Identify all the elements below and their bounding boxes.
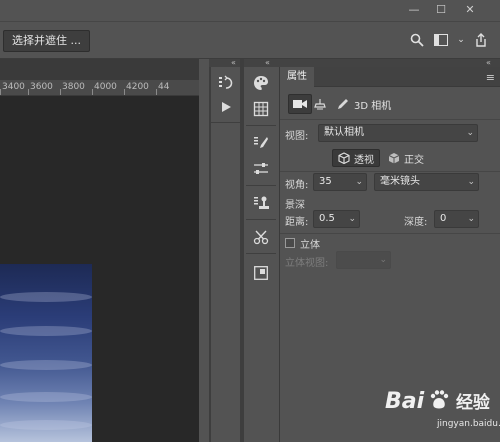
distance-label: 距离: <box>285 217 309 228</box>
stereo-label: 立体 <box>300 240 320 251</box>
light-subtab-icon[interactable] <box>314 94 326 114</box>
orthographic-toggle[interactable]: 正交 <box>388 149 424 167</box>
depth-value: 0 <box>440 213 447 224</box>
ruler-label: 3600 <box>30 82 53 92</box>
minimize-button[interactable]: — <box>401 0 427 19</box>
tools-cut-icon[interactable] <box>251 227 271 247</box>
title-bar: — ☐ ✕ <box>0 0 500 21</box>
select-and-mask-button[interactable]: 选择并遮住 ... <box>3 30 90 52</box>
brush-settings-icon[interactable] <box>251 133 271 153</box>
clone-source-icon[interactable] <box>251 193 271 213</box>
dock-column-1 <box>211 67 241 123</box>
perspective-toggle[interactable]: 透视 <box>332 149 380 167</box>
actions-play-icon[interactable] <box>216 97 236 117</box>
chevron-down-icon: ⌄ <box>467 214 475 224</box>
close-button[interactable]: ✕ <box>457 0 483 19</box>
stereo-checkbox[interactable] <box>285 238 295 248</box>
restore-button[interactable]: ☐ <box>428 0 454 19</box>
chevron-down-icon[interactable]: ⌄ <box>452 31 470 49</box>
options-bar: 选择并遮住 ... ⌄ <box>0 21 500 59</box>
angle-value: 35 <box>319 176 332 187</box>
pen-subtab-icon[interactable] <box>336 94 348 114</box>
stereo-view-select[interactable]: ⌄ <box>336 251 391 269</box>
dock-column-2 <box>246 67 276 297</box>
watermark-brand-cn: 经验 <box>455 393 490 413</box>
depth-label: 深度: <box>404 217 428 228</box>
distance-value: 0.5 <box>319 213 335 224</box>
baidu-watermark: Bai 经验 jingyan.baidu.com <box>385 388 500 429</box>
dock-divider <box>209 67 211 442</box>
divider <box>280 233 500 234</box>
watermark-url: jingyan.baidu.com <box>437 419 500 429</box>
angle-label: 视角: <box>285 180 309 191</box>
orthographic-label: 正交 <box>404 154 424 166</box>
ruler-label: 4200 <box>126 82 149 92</box>
ruler-label: 4000 <box>94 82 117 92</box>
angle-select[interactable]: 35 ⌄ <box>313 173 367 191</box>
tab-properties[interactable]: 属性 <box>280 67 314 87</box>
search-icon[interactable] <box>408 31 426 49</box>
collapse-icon[interactable]: « <box>265 58 270 67</box>
perspective-label: 透视 <box>354 154 374 166</box>
properties-panel: 属性 ≡ 3D 相机 视图: 默认相机 ⌄ 透视 正交 视角: 35 ⌄ 毫米镜… <box>279 67 500 442</box>
divider <box>280 171 500 172</box>
share-icon[interactable] <box>472 31 490 49</box>
ruler-label: 44 <box>158 82 170 92</box>
panel-layout-icon[interactable] <box>432 31 450 49</box>
subtab-3d-camera-label: 3D 相机 <box>354 100 392 112</box>
chevron-down-icon: ⌄ <box>379 255 387 265</box>
horizontal-ruler: 3400 3600 3800 4000 4200 44 <box>0 80 199 96</box>
chevron-down-icon: ⌄ <box>466 128 474 138</box>
view-label: 视图: <box>285 131 309 142</box>
paint-palette-icon[interactable] <box>251 73 271 93</box>
divider <box>280 119 500 120</box>
chevron-down-icon: ⌄ <box>467 177 475 187</box>
chevron-down-icon: ⌄ <box>355 177 363 187</box>
history-icon[interactable] <box>216 73 236 93</box>
camera-subtab-icon[interactable] <box>288 94 312 114</box>
collapse-icon[interactable]: « <box>486 58 491 67</box>
lens-value: 毫米镜头 <box>380 176 420 187</box>
collapse-icon[interactable]: « <box>231 58 236 67</box>
watermark-brand: Bai <box>385 389 425 414</box>
ocean-image-layer[interactable] <box>0 264 92 442</box>
document-tab-area <box>0 59 199 80</box>
dock-header <box>244 59 279 67</box>
depth-select[interactable]: 0 ⌄ <box>434 210 479 228</box>
panel-menu-icon[interactable]: ≡ <box>486 71 495 84</box>
lens-select[interactable]: 毫米镜头 ⌄ <box>374 173 479 191</box>
grid-icon[interactable] <box>251 99 271 119</box>
dock-divider <box>240 59 244 442</box>
depth-of-field-label: 景深 <box>285 200 305 211</box>
view-select[interactable]: 默认相机 ⌄ <box>318 124 478 142</box>
paw-logo <box>428 390 456 413</box>
chevron-down-icon: ⌄ <box>348 214 356 224</box>
ruler-label: 3400 <box>2 82 25 92</box>
stereo-view-label: 立体视图: <box>285 258 329 269</box>
panel-tab-bar: 属性 ≡ <box>280 67 500 87</box>
distance-select[interactable]: 0.5 ⌄ <box>313 210 360 228</box>
dock-header <box>279 59 500 67</box>
ruler-label: 3800 <box>62 82 85 92</box>
navigator-icon[interactable] <box>251 263 271 283</box>
brushes-icon[interactable] <box>251 159 271 179</box>
view-select-value: 默认相机 <box>324 127 364 138</box>
